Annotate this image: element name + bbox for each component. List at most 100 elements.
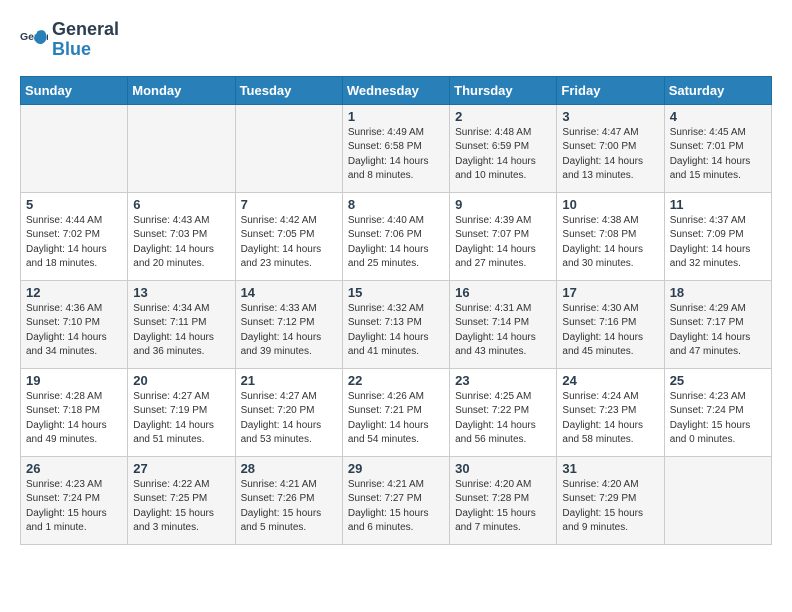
day-number: 26 [26,461,122,476]
page-header: General General Blue [20,20,772,60]
day-number: 12 [26,285,122,300]
weekday-header-thursday: Thursday [450,76,557,104]
day-number: 10 [562,197,658,212]
calendar-cell: 7 Sunrise: 4:42 AMSunset: 7:05 PMDayligh… [235,192,342,280]
logo: General General Blue [20,20,119,60]
day-number: 5 [26,197,122,212]
day-info: Sunrise: 4:21 AMSunset: 7:26 PMDaylight:… [241,478,337,536]
day-number: 14 [241,285,337,300]
day-info: Sunrise: 4:25 AMSunset: 7:22 PMDaylight:… [455,390,551,448]
calendar-cell: 15 Sunrise: 4:32 AMSunset: 7:13 PMDaylig… [342,280,449,368]
day-info: Sunrise: 4:22 AMSunset: 7:25 PMDaylight:… [133,478,229,536]
day-info: Sunrise: 4:49 AMSunset: 6:58 PMDaylight:… [348,126,444,184]
day-number: 8 [348,197,444,212]
calendar-cell: 14 Sunrise: 4:33 AMSunset: 7:12 PMDaylig… [235,280,342,368]
day-info: Sunrise: 4:47 AMSunset: 7:00 PMDaylight:… [562,126,658,184]
calendar-cell: 13 Sunrise: 4:34 AMSunset: 7:11 PMDaylig… [128,280,235,368]
day-info: Sunrise: 4:34 AMSunset: 7:11 PMDaylight:… [133,302,229,360]
day-info: Sunrise: 4:30 AMSunset: 7:16 PMDaylight:… [562,302,658,360]
day-number: 18 [670,285,766,300]
calendar-cell: 4 Sunrise: 4:45 AMSunset: 7:01 PMDayligh… [664,104,771,192]
weekday-header-row: SundayMondayTuesdayWednesdayThursdayFrid… [21,76,772,104]
calendar-cell [235,104,342,192]
day-number: 23 [455,373,551,388]
day-number: 19 [26,373,122,388]
calendar-cell: 6 Sunrise: 4:43 AMSunset: 7:03 PMDayligh… [128,192,235,280]
day-info: Sunrise: 4:23 AMSunset: 7:24 PMDaylight:… [26,478,122,536]
calendar-cell: 11 Sunrise: 4:37 AMSunset: 7:09 PMDaylig… [664,192,771,280]
calendar-cell: 30 Sunrise: 4:20 AMSunset: 7:28 PMDaylig… [450,456,557,544]
day-info: Sunrise: 4:27 AMSunset: 7:20 PMDaylight:… [241,390,337,448]
calendar-cell: 29 Sunrise: 4:21 AMSunset: 7:27 PMDaylig… [342,456,449,544]
day-number: 30 [455,461,551,476]
calendar-cell: 20 Sunrise: 4:27 AMSunset: 7:19 PMDaylig… [128,368,235,456]
day-number: 29 [348,461,444,476]
day-info: Sunrise: 4:26 AMSunset: 7:21 PMDaylight:… [348,390,444,448]
day-info: Sunrise: 4:33 AMSunset: 7:12 PMDaylight:… [241,302,337,360]
day-number: 25 [670,373,766,388]
day-info: Sunrise: 4:31 AMSunset: 7:14 PMDaylight:… [455,302,551,360]
day-info: Sunrise: 4:20 AMSunset: 7:28 PMDaylight:… [455,478,551,536]
calendar-cell: 26 Sunrise: 4:23 AMSunset: 7:24 PMDaylig… [21,456,128,544]
calendar-cell [664,456,771,544]
day-number: 13 [133,285,229,300]
day-number: 16 [455,285,551,300]
day-info: Sunrise: 4:45 AMSunset: 7:01 PMDaylight:… [670,126,766,184]
day-info: Sunrise: 4:42 AMSunset: 7:05 PMDaylight:… [241,214,337,272]
calendar-cell: 12 Sunrise: 4:36 AMSunset: 7:10 PMDaylig… [21,280,128,368]
calendar-cell: 25 Sunrise: 4:23 AMSunset: 7:24 PMDaylig… [664,368,771,456]
day-info: Sunrise: 4:29 AMSunset: 7:17 PMDaylight:… [670,302,766,360]
day-number: 17 [562,285,658,300]
day-info: Sunrise: 4:48 AMSunset: 6:59 PMDaylight:… [455,126,551,184]
calendar-week-row: 5 Sunrise: 4:44 AMSunset: 7:02 PMDayligh… [21,192,772,280]
calendar-cell: 8 Sunrise: 4:40 AMSunset: 7:06 PMDayligh… [342,192,449,280]
day-number: 4 [670,109,766,124]
weekday-header-sunday: Sunday [21,76,128,104]
calendar-cell: 10 Sunrise: 4:38 AMSunset: 7:08 PMDaylig… [557,192,664,280]
day-info: Sunrise: 4:27 AMSunset: 7:19 PMDaylight:… [133,390,229,448]
day-number: 28 [241,461,337,476]
calendar-table: SundayMondayTuesdayWednesdayThursdayFrid… [20,76,772,545]
day-info: Sunrise: 4:20 AMSunset: 7:29 PMDaylight:… [562,478,658,536]
calendar-cell: 9 Sunrise: 4:39 AMSunset: 7:07 PMDayligh… [450,192,557,280]
calendar-cell: 27 Sunrise: 4:22 AMSunset: 7:25 PMDaylig… [128,456,235,544]
calendar-week-row: 19 Sunrise: 4:28 AMSunset: 7:18 PMDaylig… [21,368,772,456]
calendar-cell: 2 Sunrise: 4:48 AMSunset: 6:59 PMDayligh… [450,104,557,192]
day-info: Sunrise: 4:40 AMSunset: 7:06 PMDaylight:… [348,214,444,272]
day-number: 22 [348,373,444,388]
day-number: 27 [133,461,229,476]
day-info: Sunrise: 4:24 AMSunset: 7:23 PMDaylight:… [562,390,658,448]
day-number: 6 [133,197,229,212]
calendar-cell: 23 Sunrise: 4:25 AMSunset: 7:22 PMDaylig… [450,368,557,456]
calendar-cell: 3 Sunrise: 4:47 AMSunset: 7:00 PMDayligh… [557,104,664,192]
day-number: 9 [455,197,551,212]
weekday-header-saturday: Saturday [664,76,771,104]
day-number: 21 [241,373,337,388]
calendar-week-row: 26 Sunrise: 4:23 AMSunset: 7:24 PMDaylig… [21,456,772,544]
calendar-cell: 24 Sunrise: 4:24 AMSunset: 7:23 PMDaylig… [557,368,664,456]
day-info: Sunrise: 4:37 AMSunset: 7:09 PMDaylight:… [670,214,766,272]
day-number: 31 [562,461,658,476]
calendar-cell [128,104,235,192]
day-info: Sunrise: 4:36 AMSunset: 7:10 PMDaylight:… [26,302,122,360]
logo-icon: General [20,26,48,54]
calendar-cell: 31 Sunrise: 4:20 AMSunset: 7:29 PMDaylig… [557,456,664,544]
weekday-header-friday: Friday [557,76,664,104]
calendar-cell: 21 Sunrise: 4:27 AMSunset: 7:20 PMDaylig… [235,368,342,456]
day-number: 15 [348,285,444,300]
weekday-header-tuesday: Tuesday [235,76,342,104]
calendar-cell: 1 Sunrise: 4:49 AMSunset: 6:58 PMDayligh… [342,104,449,192]
day-info: Sunrise: 4:43 AMSunset: 7:03 PMDaylight:… [133,214,229,272]
day-info: Sunrise: 4:39 AMSunset: 7:07 PMDaylight:… [455,214,551,272]
calendar-week-row: 1 Sunrise: 4:49 AMSunset: 6:58 PMDayligh… [21,104,772,192]
day-number: 11 [670,197,766,212]
day-info: Sunrise: 4:21 AMSunset: 7:27 PMDaylight:… [348,478,444,536]
calendar-cell: 17 Sunrise: 4:30 AMSunset: 7:16 PMDaylig… [557,280,664,368]
day-number: 1 [348,109,444,124]
day-number: 24 [562,373,658,388]
day-info: Sunrise: 4:28 AMSunset: 7:18 PMDaylight:… [26,390,122,448]
calendar-cell: 5 Sunrise: 4:44 AMSunset: 7:02 PMDayligh… [21,192,128,280]
day-info: Sunrise: 4:32 AMSunset: 7:13 PMDaylight:… [348,302,444,360]
logo-general: General [52,19,119,39]
calendar-cell: 19 Sunrise: 4:28 AMSunset: 7:18 PMDaylig… [21,368,128,456]
